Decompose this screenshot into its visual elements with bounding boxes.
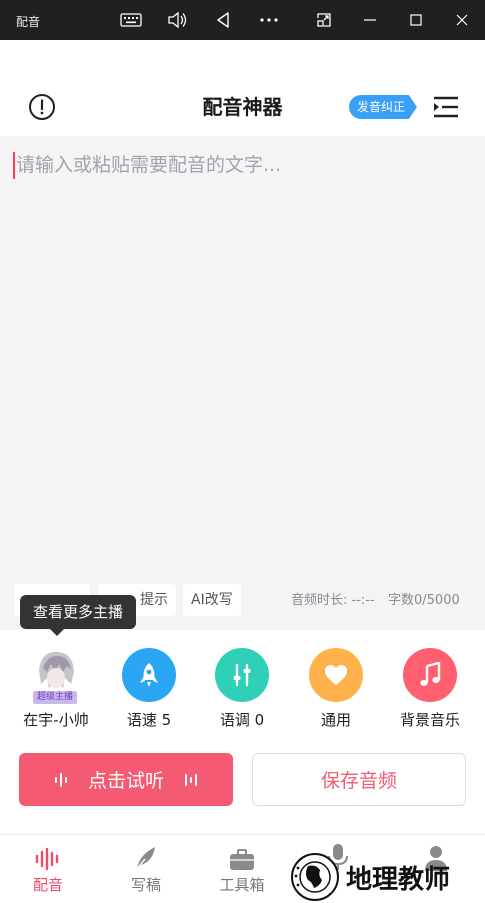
nav-item-writing[interactable]: 写稿 — [110, 843, 182, 895]
save-audio-button[interactable]: 保存音频 — [252, 753, 466, 806]
more-anchors-tooltip[interactable]: 查看更多主播 — [20, 595, 136, 636]
editor-placeholder: 请输入或粘贴需要配音的文字... — [16, 154, 282, 176]
waveform-icon — [185, 773, 197, 786]
maximize-icon[interactable] — [403, 8, 429, 32]
char-count-label: 字数0/5000 — [388, 593, 460, 608]
listen-label: 点击试听 — [87, 770, 164, 792]
keyboard-icon[interactable] — [118, 8, 144, 32]
text-editor[interactable] — [0, 136, 485, 630]
sliders-icon — [215, 648, 269, 702]
nav-label: 配音 — [32, 876, 63, 894]
nav-item-dubbing[interactable]: 配音 — [12, 843, 84, 895]
music-note-icon — [403, 648, 457, 702]
more-icon[interactable] — [256, 8, 282, 32]
waveform-icon — [12, 843, 84, 871]
nav-label: 写稿 — [130, 876, 161, 894]
waveform-icon — [54, 772, 67, 787]
feather-icon — [110, 843, 182, 871]
volume-icon[interactable] — [164, 8, 190, 32]
heart-icon — [309, 648, 363, 702]
pronunciation-correction-badge[interactable]: 发音纠正 — [349, 95, 417, 119]
super-anchor-badge: 超级主播 — [33, 691, 77, 704]
background-music-label: 背景音乐 — [399, 711, 460, 729]
watermark-text: 地理教师 — [346, 864, 451, 895]
nav-item-toolbox[interactable]: 工具箱 — [206, 843, 278, 895]
watermark: 地理教师 — [290, 852, 485, 902]
globe-logo — [291, 853, 339, 901]
speed-label: 语速 5 — [126, 711, 172, 729]
audio-duration-label: 音频时长: --:-- — [291, 593, 375, 608]
window-title: 配音 — [16, 15, 41, 29]
window-titlebar: 配音 — [0, 0, 485, 40]
app-header — [0, 40, 485, 136]
speed-tool[interactable]: 语速 5 — [109, 648, 189, 730]
text-cursor — [13, 152, 15, 179]
avatar: 超级主播 — [29, 648, 83, 704]
anchor-name-label: 在宇-小帅 — [23, 711, 89, 729]
close-icon[interactable] — [449, 8, 475, 32]
back-icon[interactable] — [210, 8, 236, 32]
menu-icon[interactable] — [432, 95, 460, 121]
minimize-icon[interactable] — [357, 8, 383, 32]
pitch-tool[interactable]: 语调 0 — [202, 648, 282, 730]
nav-label: 工具箱 — [219, 876, 265, 894]
anchor-selector[interactable]: 超级主播 在宇-小帅 — [16, 648, 96, 730]
listen-button[interactable]: 点击试听 — [19, 753, 233, 806]
rocket-icon — [122, 648, 176, 702]
background-music-tool[interactable]: 背景音乐 — [390, 648, 470, 730]
ai-rewrite-chip[interactable]: AI改写 — [183, 584, 241, 616]
pitch-label: 语调 0 — [219, 711, 265, 729]
screen-share-icon[interactable] — [311, 8, 337, 32]
style-label: 通用 — [320, 711, 351, 729]
toolbox-icon — [206, 843, 278, 871]
style-tool[interactable]: 通用 — [296, 648, 376, 730]
